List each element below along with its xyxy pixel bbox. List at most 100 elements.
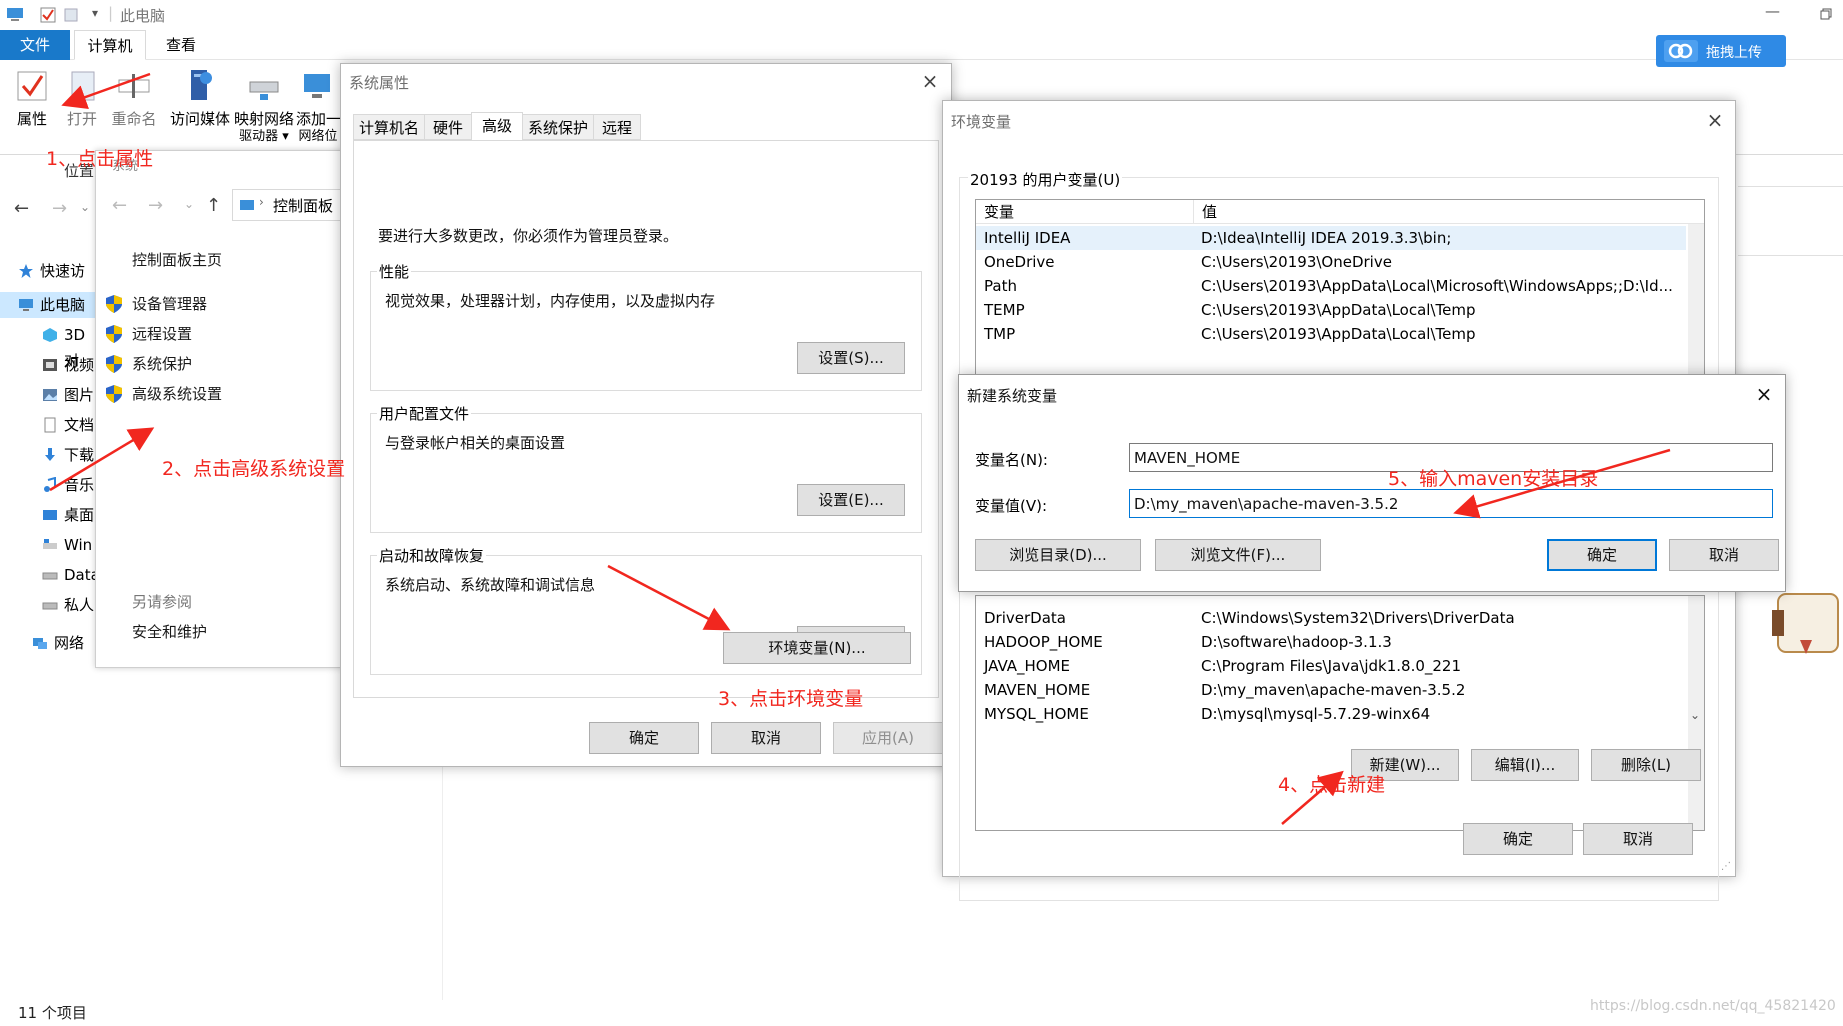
back-arrow-icon[interactable]: ← xyxy=(14,198,29,219)
cp-up-arrow-icon[interactable]: ↑ xyxy=(206,195,221,216)
group-description: 视觉效果，处理器计划，内存使用，以及虚拟内存 xyxy=(385,292,716,310)
properties-quick-icon[interactable] xyxy=(40,7,56,23)
link-advanced-system-settings[interactable]: 高级系统设置 xyxy=(106,381,222,407)
restore-icon[interactable] xyxy=(1820,8,1832,20)
nav-network[interactable]: 网络 xyxy=(33,630,84,656)
environment-variables-button[interactable]: 环境变量(N)... xyxy=(723,632,911,664)
nav-windows-drive[interactable]: Win xyxy=(43,532,92,558)
nav-label: 快速访 xyxy=(40,262,86,280)
resize-grip-icon[interactable]: ⋰ xyxy=(1721,861,1731,872)
nav-private-drive[interactable]: 私人 xyxy=(42,592,95,618)
group-description: 系统启动、系统故障和调试信息 xyxy=(385,576,596,594)
nav-music[interactable]: 音乐 xyxy=(44,472,95,498)
cp-home-link[interactable]: 控制面板主页 xyxy=(132,247,222,273)
ok-button[interactable]: 确定 xyxy=(1547,539,1657,571)
close-icon[interactable]: × xyxy=(1700,105,1730,135)
col-header-value[interactable]: 值 xyxy=(1194,200,1704,224)
var-value: D:\software\hadoop-3.1.3 xyxy=(1201,633,1392,651)
user-list-scrollbar[interactable] xyxy=(1688,224,1704,396)
rename-button[interactable]: 重命名 xyxy=(104,64,164,144)
sys-var-row[interactable]: JAVA_HOME C:\Program Files\Java\jdk1.8.0… xyxy=(976,654,1686,678)
nav-documents[interactable]: 文档 xyxy=(44,412,94,438)
open-button[interactable]: 打开 xyxy=(52,64,112,144)
tab-remote[interactable]: 远程 xyxy=(593,114,641,140)
sys-var-row[interactable]: MYSQL_HOME D:\mysql\mysql-5.7.29-winx64 xyxy=(976,702,1686,726)
user-var-row[interactable]: Path C:\Users\20193\AppData\Local\Micros… xyxy=(976,274,1686,298)
close-icon[interactable]: × xyxy=(1749,379,1779,409)
group-title: 启动和故障恢复 xyxy=(377,545,487,566)
history-dropdown-icon[interactable]: ⌄ xyxy=(80,200,90,214)
quick-access-dropdown-icon[interactable]: ▾ xyxy=(92,6,98,20)
add-network-location-button[interactable]: 添加一 网络位 xyxy=(296,64,340,144)
user-var-row[interactable]: IntelliJ IDEA D:\Idea\IntelliJ IDEA 2019… xyxy=(976,226,1686,250)
network-location-icon xyxy=(304,74,330,98)
uac-shield-icon xyxy=(106,295,122,313)
apply-button[interactable]: 应用(A) xyxy=(833,722,943,754)
ok-button[interactable]: 确定 xyxy=(589,722,699,754)
explorer-titlebar: ▾ | 此电脑 — xyxy=(0,0,1843,30)
link-label: 远程设置 xyxy=(132,325,193,343)
ok-button[interactable]: 确定 xyxy=(1463,823,1573,855)
performance-settings-button[interactable]: 设置(S)... xyxy=(797,342,905,374)
cancel-button[interactable]: 取消 xyxy=(1583,823,1693,855)
link-security-maintenance[interactable]: 安全和维护 xyxy=(132,619,207,645)
sys-var-row[interactable]: DriverData C:\Windows\System32\Drivers\D… xyxy=(976,606,1686,630)
col-header-variable[interactable]: 变量 xyxy=(976,200,1194,224)
group-title: 性能 xyxy=(377,261,412,282)
link-device-manager[interactable]: 设备管理器 xyxy=(106,291,207,317)
user-variables-list[interactable]: 变量 值 IntelliJ IDEA D:\Idea\IntelliJ IDEA… xyxy=(975,199,1705,397)
variable-value-input[interactable] xyxy=(1129,489,1773,518)
tab-view[interactable]: 查看 xyxy=(150,30,212,60)
media-server-icon xyxy=(191,70,212,100)
forward-arrow-icon[interactable]: → xyxy=(52,198,67,219)
user-profile-settings-button[interactable]: 设置(E)... xyxy=(797,484,905,516)
nav-label: 私人 xyxy=(64,596,95,614)
tab-hardware[interactable]: 硬件 xyxy=(424,114,472,140)
cancel-button[interactable]: 取消 xyxy=(1669,539,1779,571)
nav-videos[interactable]: 视频 xyxy=(43,352,95,378)
scroll-down-chevron-icon[interactable]: ⌄ xyxy=(1690,708,1700,722)
tab-system-protection[interactable]: 系统保护 xyxy=(522,114,594,140)
var-name: DriverData xyxy=(984,609,1066,627)
browse-directory-button[interactable]: 浏览目录(D)... xyxy=(975,539,1141,571)
cp-address-bar[interactable]: › 控制面板 xyxy=(232,189,346,221)
nav-quick-access[interactable]: 快速访 xyxy=(19,258,86,284)
nav-desktop[interactable]: 桌面 xyxy=(43,502,94,528)
cp-back-arrow-icon[interactable]: ← xyxy=(112,195,127,216)
cancel-button[interactable]: 取消 xyxy=(711,722,821,754)
var-value: D:\Idea\IntelliJ IDEA 2019.3.3\bin; xyxy=(1201,229,1452,247)
nav-label: 音乐 xyxy=(64,476,95,494)
sys-var-row[interactable]: MAVEN_HOME D:\my_maven\apache-maven-3.5.… xyxy=(976,678,1686,702)
minimize-button[interactable]: — xyxy=(1765,2,1780,20)
close-icon[interactable]: × xyxy=(915,66,945,96)
edit-system-variable-button[interactable]: 编辑(I)... xyxy=(1471,749,1579,781)
nav-this-pc[interactable]: 此电脑 xyxy=(19,292,85,318)
open-icon xyxy=(71,71,95,101)
nav-pictures[interactable]: 图片 xyxy=(43,382,94,408)
cp-history-dropdown-icon[interactable]: ⌄ xyxy=(184,197,194,211)
tab-computer-name[interactable]: 计算机名 xyxy=(353,114,425,140)
folder-quick-icon[interactable] xyxy=(64,7,78,23)
drive-icon xyxy=(42,572,58,580)
nav-downloads[interactable]: 下载 xyxy=(45,442,94,468)
tab-advanced[interactable]: 高级 xyxy=(471,112,523,141)
var-name: JAVA_HOME xyxy=(984,657,1071,675)
access-media-button[interactable]: 访问媒体 xyxy=(170,64,230,144)
map-network-drive-button[interactable]: 映射网络 驱动器 ▾ xyxy=(234,64,294,144)
var-value: C:\Users\20193\OneDrive xyxy=(1201,253,1392,271)
system-list-scrollbar[interactable]: ⌄ xyxy=(1688,596,1704,830)
var-name: MYSQL_HOME xyxy=(984,705,1089,723)
user-var-row[interactable]: OneDrive C:\Users\20193\OneDrive xyxy=(976,250,1686,274)
add-network-sub: 网络位 xyxy=(298,129,338,144)
user-var-row[interactable]: TMP C:\Users\20193\AppData\Local\Temp xyxy=(976,322,1686,346)
tab-computer[interactable]: 计算机 xyxy=(74,30,146,60)
link-system-protection[interactable]: 系统保护 xyxy=(106,351,192,377)
cp-forward-arrow-icon[interactable]: → xyxy=(148,195,163,216)
user-var-row[interactable]: TEMP C:\Users\20193\AppData\Local\Temp xyxy=(976,298,1686,322)
nav-label: 视频 xyxy=(64,356,95,374)
browse-file-button[interactable]: 浏览文件(F)... xyxy=(1155,539,1321,571)
delete-system-variable-button[interactable]: 删除(L) xyxy=(1591,749,1701,781)
tab-file[interactable]: 文件 xyxy=(0,30,70,60)
sys-var-row[interactable]: HADOOP_HOME D:\software\hadoop-3.1.3 xyxy=(976,630,1686,654)
link-remote-settings[interactable]: 远程设置 xyxy=(106,321,193,347)
